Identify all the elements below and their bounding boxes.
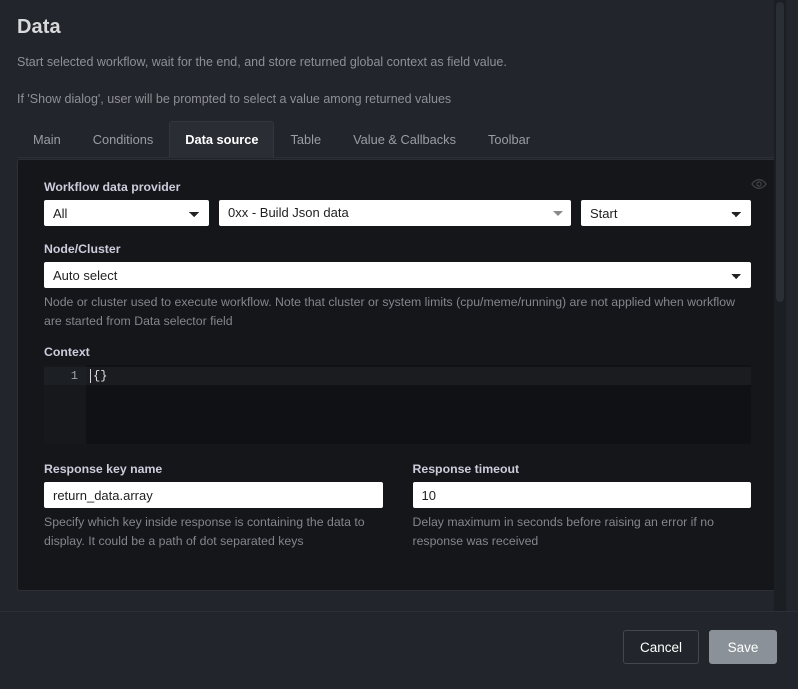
footer-actions: Cancel Save — [622, 630, 777, 664]
data-settings-dialog: Data Start selected workflow, wait for t… — [0, 0, 798, 689]
node-cluster-help: Node or cluster used to execute workflow… — [44, 295, 735, 328]
tab-data-source[interactable]: Data source — [169, 121, 275, 158]
vertical-scrollbar[interactable] — [774, 0, 786, 611]
workflow-data-provider-label: Workflow data provider — [44, 180, 181, 194]
dialog-scroll-area: Data Start selected workflow, wait for t… — [0, 0, 786, 611]
code-editor-body[interactable]: {} — [86, 365, 751, 444]
eye-icon[interactable] — [751, 176, 767, 192]
data-source-panel: Workflow data provider All 0xx - Build J… — [17, 159, 778, 591]
provider-action-select[interactable]: Start — [581, 200, 751, 226]
code-line: {} — [86, 367, 751, 385]
workflow-select[interactable]: 0xx - Build Json data — [219, 200, 571, 226]
page-title: Data — [17, 16, 61, 38]
response-key-name-help: Specify which key inside response is con… — [44, 515, 365, 548]
response-timeout-help: Delay maximum in seconds before raising … — [412, 515, 714, 548]
response-key-name-label: Response key name — [44, 462, 163, 476]
tab-table[interactable]: Table — [274, 121, 337, 157]
tab-main[interactable]: Main — [17, 121, 77, 157]
tab-conditions[interactable]: Conditions — [77, 121, 169, 157]
tab-value-and-callbacks[interactable]: Value & Callbacks — [337, 121, 472, 157]
dialog-description-line-1: Start selected workflow, wait for the en… — [17, 55, 507, 69]
dialog-footer: Cancel Save — [0, 611, 798, 689]
response-key-name-field: Response key name Specify which key insi… — [44, 462, 383, 551]
tab-toolbar[interactable]: Toolbar — [472, 121, 546, 157]
response-timeout-input[interactable] — [412, 482, 751, 508]
context-label: Context — [44, 345, 90, 359]
response-settings-row: Response key name Specify which key insi… — [44, 462, 751, 551]
workflow-data-provider-row: All 0xx - Build Json data Start — [44, 200, 751, 226]
node-cluster-label: Node/Cluster — [44, 242, 121, 256]
scrollbar-thumb[interactable] — [776, 2, 784, 302]
response-timeout-field: Response timeout Delay maximum in second… — [412, 462, 751, 551]
code-line-number: 1 — [44, 367, 86, 385]
workflow-select-value: 0xx - Build Json data — [219, 200, 571, 226]
cancel-button[interactable]: Cancel — [622, 630, 699, 664]
dialog-description-line-2: If 'Show dialog', user will be prompted … — [17, 92, 452, 106]
save-button[interactable]: Save — [709, 630, 777, 664]
context-code-editor[interactable]: 1 {} — [44, 365, 751, 444]
code-editor-gutter: 1 — [44, 365, 86, 444]
provider-scope-select[interactable]: All — [44, 200, 209, 226]
response-timeout-label: Response timeout — [412, 462, 520, 476]
node-cluster-select[interactable]: Auto select — [44, 262, 751, 288]
response-key-name-input[interactable] — [44, 482, 383, 508]
chevron-down-icon — [553, 211, 563, 216]
tab-bar: Main Conditions Data source Table Value … — [17, 121, 778, 158]
